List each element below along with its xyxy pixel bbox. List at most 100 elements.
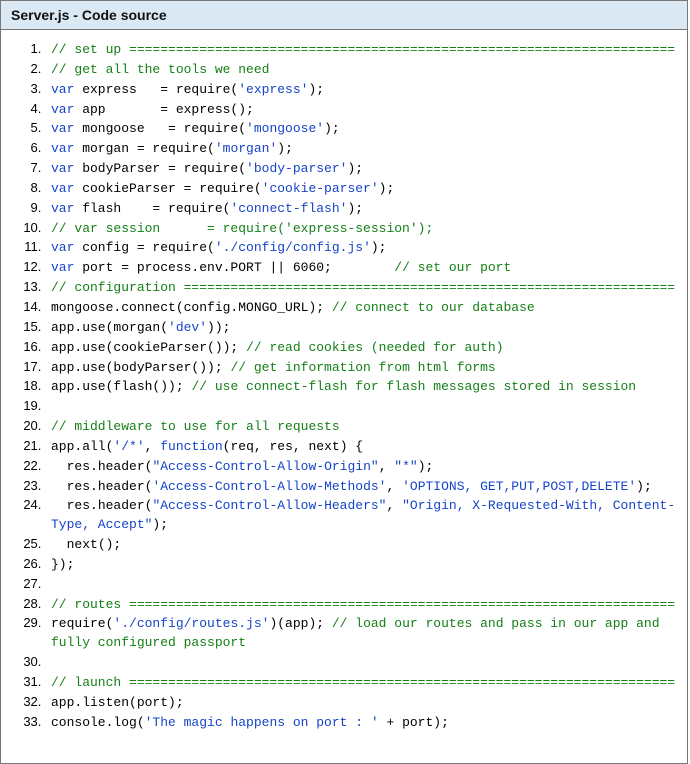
- code-token: mongoose = require(: [74, 121, 246, 136]
- code-token: app.use(cookieParser());: [51, 340, 246, 355]
- code-token: [51, 577, 59, 592]
- code-line: var morgan = require('morgan');: [45, 139, 679, 159]
- code-token: // read cookies (needed for auth): [246, 340, 503, 355]
- code-line: res.header("Access-Control-Allow-Headers…: [45, 496, 679, 535]
- code-line: app.use(bodyParser()); // get informatio…: [45, 358, 679, 378]
- code-token: res.header(: [51, 479, 152, 494]
- code-token: // connect to our database: [332, 300, 535, 315]
- code-line: var config = require('./config/config.js…: [45, 238, 679, 258]
- code-line: require('./config/routes.js')(app); // l…: [45, 614, 679, 653]
- code-line: var express = require('express');: [45, 80, 679, 100]
- code-token: app.use(flash());: [51, 379, 191, 394]
- code-token: 'morgan': [215, 141, 277, 156]
- code-token: // set our port: [394, 260, 511, 275]
- code-line: app.use(morgan('dev'));: [45, 318, 679, 338]
- code-line: var cookieParser = require('cookie-parse…: [45, 179, 679, 199]
- code-token: ,: [379, 459, 395, 474]
- code-token: );: [347, 161, 363, 176]
- code-token: );: [379, 181, 395, 196]
- code-token: // var session = require('express-sessio…: [51, 221, 433, 236]
- code-line: var port = process.env.PORT || 6060; // …: [45, 258, 679, 278]
- code-token: 'OPTIONS, GET,PUT,POST,DELETE': [402, 479, 636, 494]
- code-token: next();: [51, 537, 121, 552]
- code-token: 'body-parser': [246, 161, 347, 176]
- code-token: app = express();: [74, 102, 253, 117]
- code-token: );: [347, 201, 363, 216]
- code-token: );: [152, 517, 168, 532]
- code-token: [51, 655, 59, 670]
- code-token: './config/config.js': [215, 240, 371, 255]
- code-token: ,: [386, 498, 402, 513]
- code-token: '/*': [113, 439, 144, 454]
- code-token: var: [51, 260, 74, 275]
- code-token: mongoose.connect(config.MONGO_URL);: [51, 300, 332, 315]
- code-token: ,: [386, 479, 402, 494]
- code-line: [45, 653, 679, 673]
- code-token: var: [51, 82, 74, 97]
- code-token: ,: [145, 439, 161, 454]
- code-token: "Access-Control-Allow-Headers": [152, 498, 386, 513]
- code-token: + port);: [379, 715, 449, 730]
- code-line: app.use(cookieParser()); // read cookies…: [45, 338, 679, 358]
- code-token: 'cookie-parser': [262, 181, 379, 196]
- code-token: 'mongoose': [246, 121, 324, 136]
- code-token: cookieParser = require(: [74, 181, 261, 196]
- code-line: var flash = require('connect-flash');: [45, 199, 679, 219]
- code-line: mongoose.connect(config.MONGO_URL); // c…: [45, 298, 679, 318]
- code-token: res.header(: [51, 498, 152, 513]
- code-token: );: [308, 82, 324, 97]
- code-token: app.use(bodyParser());: [51, 360, 230, 375]
- code-token: (req, res, next) {: [223, 439, 363, 454]
- code-token: );: [371, 240, 387, 255]
- code-token: res.header(: [51, 459, 152, 474]
- code-token: var: [51, 240, 74, 255]
- code-line: var bodyParser = require('body-parser');: [45, 159, 679, 179]
- code-token: var: [51, 121, 74, 136]
- code-token: );: [324, 121, 340, 136]
- code-token: config = require(: [74, 240, 214, 255]
- code-token: // use connect-flash for flash messages …: [191, 379, 636, 394]
- code-token: 'express': [238, 82, 308, 97]
- code-token: // launch ==============================…: [51, 675, 675, 690]
- code-token: var: [51, 161, 74, 176]
- code-line: res.header("Access-Control-Allow-Origin"…: [45, 457, 679, 477]
- code-line: res.header('Access-Control-Allow-Methods…: [45, 477, 679, 497]
- code-token: var: [51, 201, 74, 216]
- code-token: // set up ==============================…: [51, 42, 675, 57]
- code-token: // get information from html forms: [230, 360, 495, 375]
- code-token: bodyParser = require(: [74, 161, 246, 176]
- code-token: 'dev': [168, 320, 207, 335]
- code-token: 'connect-flash': [230, 201, 347, 216]
- code-token: );: [277, 141, 293, 156]
- code-line: app.all('/*', function(req, res, next) {: [45, 437, 679, 457]
- code-token: ));: [207, 320, 230, 335]
- code-list: // set up ==============================…: [9, 40, 679, 733]
- code-line: [45, 575, 679, 595]
- code-line: next();: [45, 535, 679, 555]
- code-token: flash = require(: [74, 201, 230, 216]
- code-line: [45, 397, 679, 417]
- code-token: var: [51, 181, 74, 196]
- code-token: // configuration =======================…: [51, 280, 675, 295]
- code-line: // launch ==============================…: [45, 673, 679, 693]
- code-line: // var session = require('express-sessio…: [45, 219, 679, 239]
- code-token: "*": [394, 459, 417, 474]
- code-line: var mongoose = require('mongoose');: [45, 119, 679, 139]
- code-token: var: [51, 141, 74, 156]
- panel-title: Server.js - Code source: [11, 7, 167, 23]
- code-token: express = require(: [74, 82, 238, 97]
- code-line: // middleware to use for all requests: [45, 417, 679, 437]
- code-line: app.listen(port);: [45, 693, 679, 713]
- code-token: console.log(: [51, 715, 145, 730]
- code-token: // middleware to use for all requests: [51, 419, 340, 434]
- code-line: // get all the tools we need: [45, 60, 679, 80]
- code-panel: Server.js - Code source // set up ======…: [0, 0, 688, 764]
- code-token: });: [51, 557, 74, 572]
- code-token: 'Access-Control-Allow-Methods': [152, 479, 386, 494]
- code-token: function: [160, 439, 222, 454]
- code-token: [51, 399, 59, 414]
- code-token: port = process.env.PORT || 6060;: [74, 260, 394, 275]
- code-token: require(: [51, 616, 113, 631]
- code-token: );: [418, 459, 434, 474]
- panel-header: Server.js - Code source: [1, 1, 687, 30]
